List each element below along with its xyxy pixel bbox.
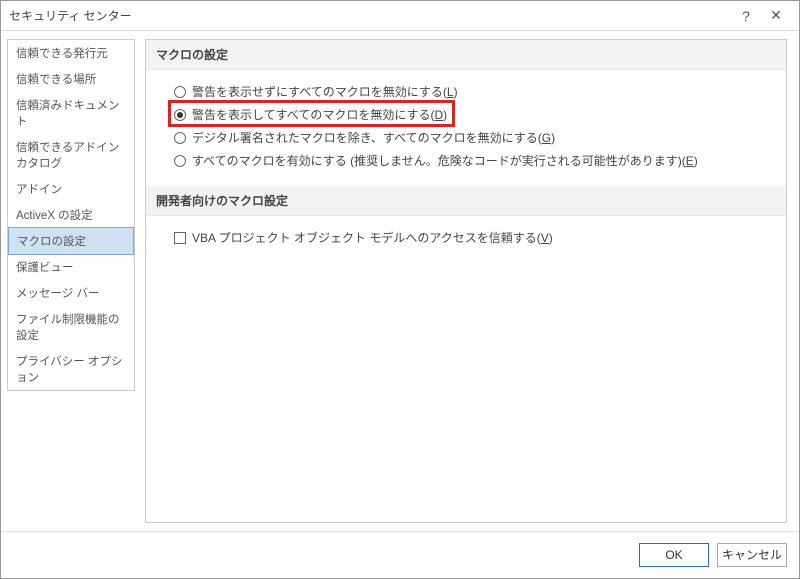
dialog-footer: OK キャンセル xyxy=(1,531,799,577)
vba-trust-label: VBA プロジェクト オブジェクト モデルへのアクセスを信頼する(V) xyxy=(192,229,553,246)
sidebar-item-8[interactable]: メッセージ バー xyxy=(8,280,134,306)
cancel-button[interactable]: キャンセル xyxy=(717,543,787,567)
titlebar: セキュリティ センター ? ✕ xyxy=(1,1,799,31)
sidebar-item-0[interactable]: 信頼できる発行元 xyxy=(8,40,134,66)
sidebar-item-7[interactable]: 保護ビュー xyxy=(8,254,134,280)
ok-button[interactable]: OK xyxy=(639,543,709,567)
sidebar-item-3[interactable]: 信頼できるアドイン カタログ xyxy=(8,134,134,176)
macro-option-2[interactable]: デジタル署名されたマクロを除き、すべてのマクロを無効にする(G) xyxy=(174,126,776,149)
checkbox-icon[interactable] xyxy=(174,232,186,244)
radio-icon[interactable] xyxy=(174,86,186,98)
sidebar-item-2[interactable]: 信頼済みドキュメント xyxy=(8,92,134,134)
section-macro-settings-header: マクロの設定 xyxy=(146,40,786,70)
content-area: マクロの設定 警告を表示せずにすべてのマクロを無効にする(L) 警告を表示してすべ… xyxy=(141,31,799,531)
sidebar-item-10[interactable]: プライバシー オプション xyxy=(8,348,134,390)
sidebar-item-9[interactable]: ファイル制限機能の設定 xyxy=(8,306,134,348)
macro-option-0[interactable]: 警告を表示せずにすべてのマクロを無効にする(L) xyxy=(174,80,776,103)
sidebar-item-4[interactable]: アドイン xyxy=(8,176,134,202)
vba-trust-checkbox-row[interactable]: VBA プロジェクト オブジェクト モデルへのアクセスを信頼する(V) xyxy=(174,226,776,249)
macro-option-label: 警告を表示せずにすべてのマクロを無効にする(L) xyxy=(192,83,458,100)
close-icon[interactable]: ✕ xyxy=(761,7,791,24)
window-title: セキュリティ センター xyxy=(9,7,731,24)
macro-option-1[interactable]: 警告を表示してすべてのマクロを無効にする(D) xyxy=(174,103,776,126)
macro-option-label: 警告を表示してすべてのマクロを無効にする(D) xyxy=(192,106,447,123)
macro-option-3[interactable]: すべてのマクロを有効にする (推奨しません。危険なコードが実行される可能性があり… xyxy=(174,149,776,172)
dialog-body: 信頼できる発行元信頼できる場所信頼済みドキュメント信頼できるアドイン カタログア… xyxy=(1,31,799,531)
sidebar-item-1[interactable]: 信頼できる場所 xyxy=(8,66,134,92)
radio-icon[interactable] xyxy=(174,109,186,121)
radio-icon[interactable] xyxy=(174,132,186,144)
sidebar-item-5[interactable]: ActiveX の設定 xyxy=(8,202,134,228)
macro-option-label: すべてのマクロを有効にする (推奨しません。危険なコードが実行される可能性があり… xyxy=(192,152,698,169)
sidebar-item-6[interactable]: マクロの設定 xyxy=(8,227,134,255)
radio-icon[interactable] xyxy=(174,155,186,167)
sidebar: 信頼できる発行元信頼できる場所信頼済みドキュメント信頼できるアドイン カタログア… xyxy=(1,31,141,531)
macro-option-label: デジタル署名されたマクロを除き、すべてのマクロを無効にする(G) xyxy=(192,129,555,146)
section-dev-macro-header: 開発者向けのマクロ設定 xyxy=(146,186,786,216)
help-icon[interactable]: ? xyxy=(731,8,761,24)
